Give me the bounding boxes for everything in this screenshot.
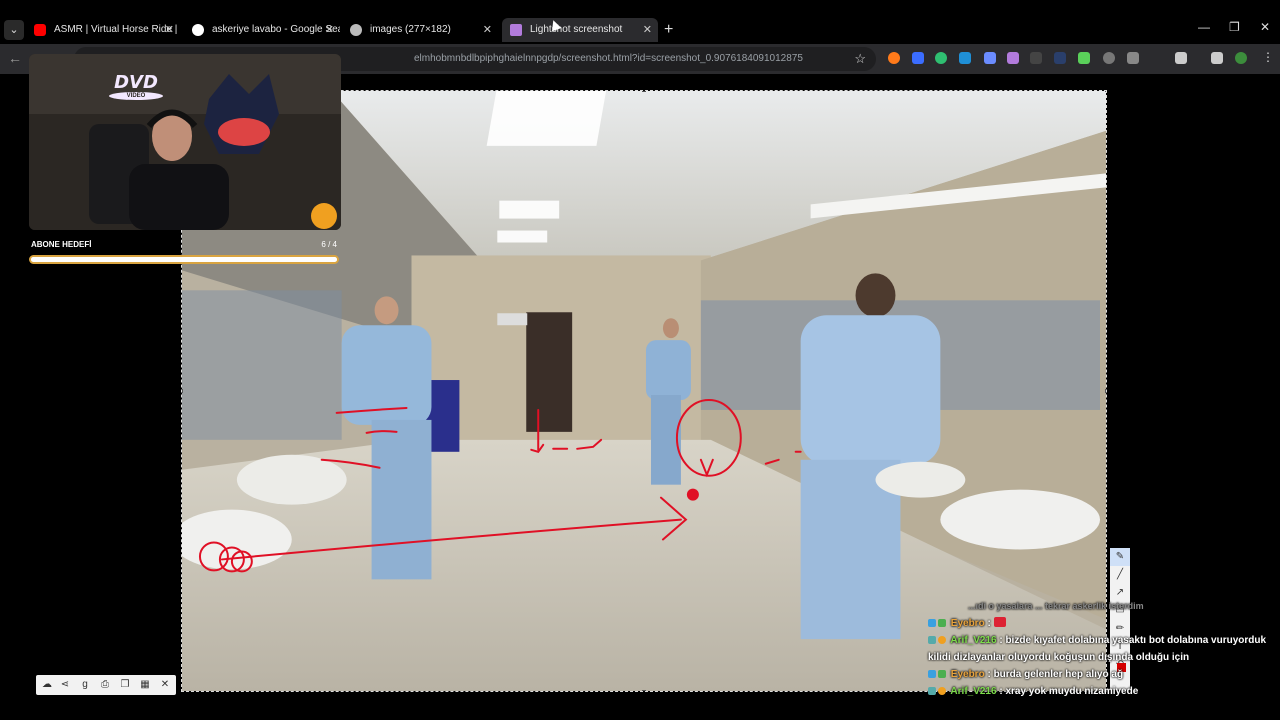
tab-lightshot[interactable]: Lightshot screenshot ✕ — [502, 18, 658, 42]
print-icon[interactable]: ⎙ — [96, 675, 114, 695]
tab-title: ASMR | Virtual Horse Ride | Maj — [54, 24, 180, 35]
stream-chat-overlay: ...ıdi o yasalara ... tekrar askerlik is… — [928, 598, 1268, 700]
chat-message: Arif_V216 : xray yok muydu nizamiyede — [928, 683, 1268, 700]
reading-list-icon[interactable] — [1211, 52, 1223, 64]
sub-goal-progress-fill — [31, 257, 337, 262]
resize-handle[interactable] — [182, 389, 183, 393]
line-icon[interactable]: ╱ — [1110, 566, 1130, 584]
chat-username: Eyebro — [950, 669, 985, 680]
resize-handle[interactable] — [1105, 389, 1106, 393]
pencil-icon[interactable]: ✎ — [1110, 548, 1130, 566]
extension-icon[interactable] — [888, 52, 900, 64]
profile-avatar[interactable] — [1235, 52, 1247, 64]
close-window-button[interactable]: ✕ — [1260, 20, 1270, 34]
copy-icon[interactable]: ❐ — [116, 675, 134, 695]
lightshot-feather-icon — [510, 24, 522, 36]
chat-username: Eyebro — [950, 618, 985, 629]
dvd-logo: DVD VIDEO — [109, 74, 163, 100]
chat-text: : — [987, 618, 991, 629]
flag-emote-icon — [993, 617, 1006, 627]
chat-message: Arif_V216 : bizde kıyafet dolabına yasak… — [928, 632, 1268, 666]
more-menu-icon[interactable]: ⋮ — [1262, 50, 1274, 64]
extension-icon[interactable] — [959, 52, 971, 64]
extension-icon[interactable] — [1127, 52, 1139, 64]
globe-icon — [350, 24, 362, 36]
streamer-webcam: DVD VIDEO — [29, 54, 341, 230]
chat-text: ...ıdi o yasalara ... tekrar askerlik is… — [968, 601, 1144, 611]
tab-images[interactable]: images (277×182) ✕ — [342, 18, 498, 42]
address-url[interactable]: elmhobmnbdlbpiphghaielnnpgdp/screenshot.… — [414, 47, 803, 71]
dvd-logo-sub: VIDEO — [109, 92, 163, 100]
badge-icon — [938, 670, 946, 678]
tab-title: images (277×182) — [370, 24, 451, 35]
google-search-icon[interactable]: g — [76, 675, 94, 695]
badge-icon — [928, 619, 936, 627]
extension-icon[interactable] — [1078, 52, 1090, 64]
sub-goal-progress-bar — [29, 255, 339, 264]
new-tab-button[interactable]: + — [664, 18, 678, 42]
close-icon[interactable]: ✕ — [483, 18, 492, 42]
share-icon[interactable]: ⋖ — [56, 675, 74, 695]
bookmark-star-icon[interactable]: ☆ — [854, 47, 866, 71]
chat-message: Eyebro : — [928, 615, 1268, 632]
chat-username: Arif_V216 — [950, 635, 997, 646]
tab-title: Lightshot screenshot — [530, 24, 623, 35]
badge-icon — [928, 687, 936, 695]
chat-message: Eyebro : burda gelenler hep alıyo ağ — [928, 666, 1268, 683]
tab-google-search[interactable]: askeriye lavabo - Google Search ✕ — [184, 18, 340, 42]
extensions-puzzle-icon[interactable] — [1175, 52, 1187, 64]
badge-icon — [928, 670, 936, 678]
extension-icon[interactable] — [1054, 52, 1066, 64]
close-icon[interactable]: ✕ — [156, 675, 174, 695]
webcam-feed — [29, 54, 341, 230]
subscriber-goal-widget: ABONE HEDEFİ 6 / 4 — [29, 236, 341, 270]
badge-icon — [938, 687, 946, 695]
youtube-icon — [34, 24, 46, 36]
save-icon[interactable]: ▦ — [136, 675, 154, 695]
close-icon[interactable]: ✕ — [643, 18, 652, 42]
upload-cloud-icon[interactable]: ☁ — [38, 675, 56, 695]
badge-icon — [938, 619, 946, 627]
sub-goal-label: ABONE HEDEFİ — [31, 240, 92, 249]
resize-handle[interactable] — [642, 690, 646, 691]
maximize-button[interactable]: ❐ — [1229, 20, 1240, 34]
minimize-button[interactable]: — — [1198, 20, 1210, 34]
chat-text: : xray yok muydu nizamiyede — [999, 686, 1139, 697]
badge-icon — [938, 636, 946, 644]
dvd-logo-text: DVD — [114, 72, 158, 93]
extension-icon[interactable] — [1030, 52, 1042, 64]
browser-tab-strip: ⌄ ASMR | Virtual Horse Ride | Maj ✕ aske… — [0, 0, 1280, 44]
tab-search-button[interactable]: ⌄ — [4, 20, 24, 40]
tab-title: askeriye lavabo - Google Search — [212, 24, 340, 35]
extension-icon[interactable] — [935, 52, 947, 64]
resize-handle[interactable] — [642, 91, 646, 92]
chat-username: Arif_V216 — [950, 686, 997, 697]
lightshot-extension-icon[interactable] — [1007, 52, 1019, 64]
google-icon — [192, 24, 204, 36]
resize-handle[interactable] — [1105, 91, 1106, 92]
extension-icon[interactable] — [912, 52, 924, 64]
back-arrow-icon[interactable]: ← — [8, 50, 22, 66]
tab-youtube[interactable]: ASMR | Virtual Horse Ride | Maj ✕ — [26, 18, 180, 42]
extension-icon[interactable] — [1103, 52, 1115, 64]
sub-goal-count: 6 / 4 — [321, 240, 337, 249]
extension-icon[interactable] — [984, 52, 996, 64]
lightshot-action-toolbar: ☁ ⋖ g ⎙ ❐ ▦ ✕ — [36, 675, 176, 695]
chat-message: ...ıdi o yasalara ... tekrar askerlik is… — [968, 598, 1268, 615]
badge-icon — [928, 636, 936, 644]
close-icon[interactable]: ✕ — [165, 18, 174, 42]
chat-text: : burda gelenler hep alıyo ağ — [987, 669, 1124, 680]
close-icon[interactable]: ✕ — [325, 18, 334, 42]
